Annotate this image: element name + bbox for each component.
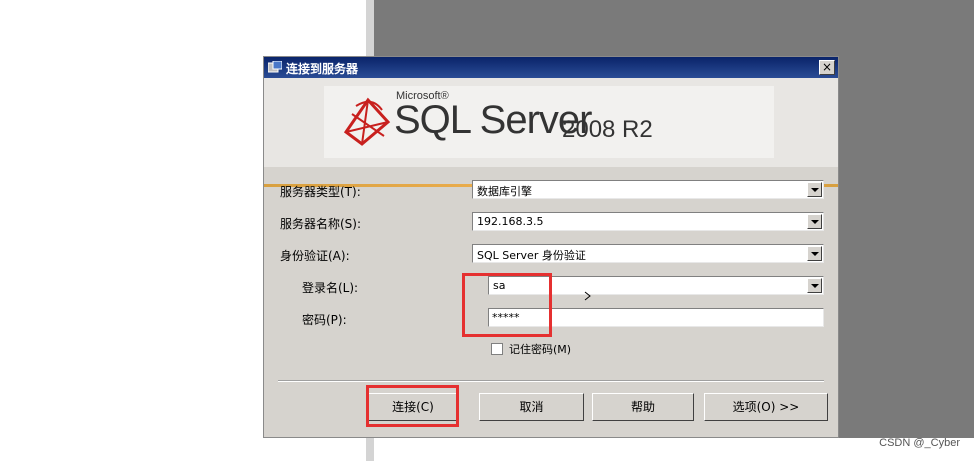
chevron-down-icon[interactable] — [807, 214, 822, 229]
connect-highlight — [366, 385, 459, 427]
server-type-value: 数据库引擎 — [477, 185, 532, 198]
login-label: 登录名(L): — [302, 281, 359, 295]
product-version: 2008 R2 — [562, 116, 653, 143]
help-button[interactable]: 帮助 — [592, 393, 694, 421]
server-type-select[interactable]: 数据库引擎 — [472, 180, 824, 199]
auth-value: SQL Server 身份验证 — [477, 249, 586, 262]
remember-password-label: 记住密码(M) — [509, 343, 572, 356]
auth-select[interactable]: SQL Server 身份验证 — [472, 244, 824, 263]
window-title: 连接到服务器 — [286, 62, 359, 76]
product-banner: Microsoft® SQL Server 2008 R2 — [264, 78, 838, 187]
remember-password-checkbox[interactable] — [491, 343, 503, 355]
server-name-select[interactable]: 192.168.3.5 — [472, 212, 824, 231]
connect-dialog: 连接到服务器 × Microsoft® SQL Server 2008 R2 服… — [263, 56, 839, 438]
chevron-down-icon[interactable] — [807, 246, 822, 261]
watermark: CSDN @_Cyber — [879, 437, 960, 449]
server-type-label: 服务器类型(T): — [280, 185, 361, 199]
sql-server-logo-icon — [343, 97, 391, 146]
login-password-highlight — [462, 273, 552, 337]
app-icon — [268, 61, 282, 73]
mouse-cursor-icon — [584, 291, 591, 301]
banner-panel: Microsoft® SQL Server 2008 R2 — [324, 86, 774, 158]
password-label: 密码(P): — [302, 313, 347, 327]
chevron-down-icon[interactable] — [807, 278, 822, 293]
chevron-down-icon[interactable] — [807, 182, 822, 197]
cancel-button[interactable]: 取消 — [479, 393, 584, 421]
separator — [278, 380, 824, 382]
auth-label: 身份验证(A): — [280, 249, 350, 263]
title-bar: 连接到服务器 × — [264, 57, 838, 78]
server-name-value: 192.168.3.5 — [477, 215, 544, 228]
close-button[interactable]: × — [819, 60, 835, 75]
options-button[interactable]: 选项(O) >> — [704, 393, 828, 421]
server-name-label: 服务器名称(S): — [280, 217, 362, 231]
